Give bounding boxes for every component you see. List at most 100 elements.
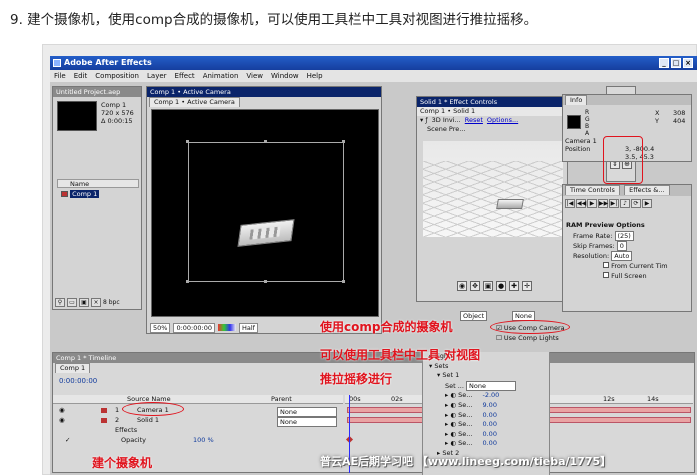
timeline-time[interactable]: 0:00:00:00 [59, 377, 97, 385]
dolly-tool-icon[interactable]: ▣ [483, 281, 493, 291]
scene-preview-area[interactable] [423, 141, 563, 237]
object-dropdown[interactable]: Object [460, 311, 488, 321]
set-select-row[interactable]: Set ... None [429, 380, 549, 392]
menu-composition[interactable]: Composition [95, 70, 139, 82]
highlight-ellipse-comp-camera [490, 320, 570, 334]
param-value[interactable]: 0.00 [474, 430, 496, 438]
new-comp-icon[interactable]: ▣ [79, 298, 89, 307]
ram-preview-button[interactable]: ▶ [642, 199, 652, 208]
eye-icon[interactable]: ◉ [59, 416, 65, 425]
effects-row[interactable]: Effects [53, 426, 694, 435]
pan-tool-icon[interactable]: ✥ [470, 281, 480, 291]
comp-frame-boundary [188, 142, 344, 282]
comp-viewport[interactable] [151, 109, 379, 317]
param-row[interactable]: ▸ ◐ Se... 0.00 [429, 411, 549, 421]
color-channel-icon[interactable] [217, 324, 236, 331]
tab-effects[interactable]: Effects &... [624, 185, 670, 195]
options-link[interactable]: Options... [487, 116, 518, 125]
last-frame-button[interactable]: ▶| [609, 199, 619, 208]
close-button[interactable]: × [683, 58, 693, 68]
annotation-toolbar-tools: 可以使用工具栏中工具 对视图 [320, 348, 481, 362]
skip-frames-input[interactable]: 0 [616, 241, 627, 251]
frame-handle-tr[interactable] [342, 140, 345, 143]
set-select-label: Set ... [445, 381, 464, 390]
current-time-display[interactable]: 0:00:00:00 [173, 322, 215, 333]
preview-3d-object [496, 199, 524, 209]
menu-animation[interactable]: Animation [203, 70, 239, 82]
ae-logo-icon [53, 59, 61, 67]
param-value[interactable]: 0.00 [474, 439, 496, 447]
tab-active-camera[interactable]: Comp 1 • Active Camera [149, 97, 240, 107]
menu-view[interactable]: View [246, 70, 263, 82]
effect-name: 3D Invi... [431, 116, 461, 124]
bpc-label[interactable]: 8 bpc [103, 298, 120, 307]
param-row[interactable]: ▸ ◐ Se... -2.00 [429, 391, 549, 401]
maximize-button[interactable]: □ [671, 58, 681, 68]
sets-row[interactable]: ▾ Sets [429, 362, 549, 372]
menu-help[interactable]: Help [307, 70, 323, 82]
menu-layer[interactable]: Layer [147, 70, 167, 82]
folder-icon[interactable]: ▭ [67, 298, 77, 307]
set1-row[interactable]: ▾ Set 1 [429, 371, 549, 381]
frame-handle-tm[interactable] [264, 140, 267, 143]
tab-time-controls[interactable]: Time Controls [565, 185, 620, 195]
info-r: R [585, 109, 590, 116]
from-current-checkbox[interactable] [603, 262, 609, 268]
minimize-button[interactable]: _ [659, 58, 669, 68]
resolution-select[interactable]: Auto [611, 251, 633, 261]
first-frame-button[interactable]: |◀ [565, 199, 575, 208]
menu-effect[interactable]: Effect [175, 70, 195, 82]
param-value[interactable]: 9.00 [474, 401, 496, 409]
ruler-tick: 00s [349, 395, 361, 403]
reset-link[interactable]: Reset [465, 116, 483, 125]
full-screen-checkbox[interactable] [603, 272, 609, 278]
effect-controls-tab[interactable]: Comp 1 • Solid 1 [417, 107, 567, 116]
axis-x-icon[interactable]: ✚ [509, 281, 519, 291]
skip-frames-label: Skip Frames: [573, 242, 615, 250]
info-b: B [585, 123, 590, 130]
menu-window[interactable]: Window [271, 70, 299, 82]
next-frame-button[interactable]: ▶▶ [598, 199, 608, 208]
audio-button[interactable]: ♪ [620, 199, 630, 208]
frame-handle-bm[interactable] [264, 280, 267, 283]
highlight-ellipse-camera [122, 402, 184, 416]
opacity-value[interactable]: 100 % [193, 436, 214, 445]
effect-toggle-icon[interactable]: ▾ ƒ [420, 116, 428, 125]
orbit-tool-icon[interactable]: ◉ [457, 281, 467, 291]
param-value[interactable]: 0.00 [474, 420, 496, 428]
param-value[interactable]: -2.00 [474, 391, 499, 399]
effect-preview-toolbar: ◉ ✥ ▣ ● ✚ ✛ [457, 281, 532, 291]
tab-info[interactable]: Info [565, 95, 588, 105]
param-row[interactable]: ▸ ◐ Se... 0.00 [429, 430, 549, 440]
app-title: Adobe After Effects [64, 58, 152, 67]
frame-handle-tl[interactable] [186, 140, 189, 143]
set-select-dropdown[interactable]: None [466, 380, 517, 391]
zoom-dropdown[interactable]: 50% [150, 322, 171, 333]
layer-number: 2 [115, 416, 120, 424]
param-value[interactable]: 0.00 [474, 411, 496, 419]
frame-handle-bl[interactable] [186, 280, 189, 283]
tab-timeline-comp1[interactable]: Comp 1 [55, 363, 91, 373]
use-comp-lights-row[interactable]: ☐ Use Comp Lights [496, 334, 559, 342]
sphere-icon[interactable]: ● [496, 281, 506, 291]
param-row[interactable]: ▸ ◐ Se... 0.00 [429, 420, 549, 430]
frame-rate-dropdown[interactable]: (25) [614, 231, 634, 241]
play-button[interactable]: ▶ [587, 199, 597, 208]
resolution-dropdown[interactable]: Half [238, 322, 258, 333]
eye-icon[interactable]: ◉ [59, 406, 65, 415]
menu-edit[interactable]: Edit [74, 70, 88, 82]
opacity-row[interactable]: ✓ Opacity 100 % [53, 436, 694, 445]
prev-frame-button[interactable]: ◀◀ [576, 199, 586, 208]
frame-handle-br[interactable] [342, 280, 345, 283]
transport-buttons: |◀ ◀◀ ▶ ▶▶ ▶| ♪ ⟳ ▶ [563, 196, 691, 211]
param-row[interactable]: ▸ ◐ Se... 0.00 [429, 439, 549, 449]
find-icon[interactable]: ⚲ [55, 298, 65, 307]
trash-icon[interactable]: × [91, 298, 101, 307]
project-item-comp1[interactable]: Comp 1 [57, 190, 139, 199]
axis-y-icon[interactable]: ✛ [522, 281, 532, 291]
layer-number: 1 [115, 406, 120, 414]
param-row[interactable]: ▸ ◐ Se... 9.00 [429, 401, 549, 411]
menu-file[interactable]: File [54, 70, 66, 82]
loop-button[interactable]: ⟳ [631, 199, 641, 208]
effect-row[interactable]: ▾ ƒ 3D Invi... Reset Options... [417, 116, 567, 125]
